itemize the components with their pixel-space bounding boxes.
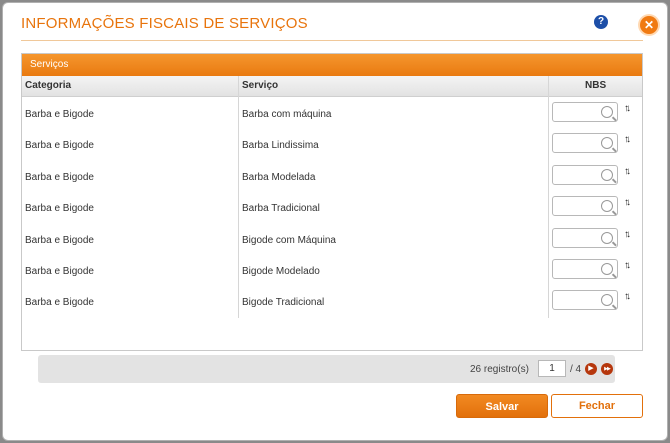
search-icon[interactable] [601, 263, 613, 275]
nbs-search-field[interactable] [552, 290, 618, 311]
row-category: Barba e Bigode [25, 297, 94, 309]
nbs-search-field[interactable] [552, 259, 618, 279]
search-icon[interactable] [601, 106, 613, 118]
close-icon[interactable]: ✕ [640, 16, 658, 34]
table-row[interactable]: Barba e Bigode Barba Lindissima ↑↓ [22, 130, 642, 161]
table-row[interactable]: Barba e Bigode Bigode com Máquina ↑↓ [22, 225, 642, 256]
save-button[interactable]: Salvar [456, 394, 548, 418]
row-category: Barba e Bigode [25, 266, 94, 277]
nbs-search-field[interactable] [552, 196, 618, 217]
pagination-bar: 26 registro(s) 1 / 4 ▶ ▶▶ [38, 355, 615, 383]
services-panel: Serviços Categoria Serviço NBS Barba e B… [21, 53, 643, 351]
row-service: Bigode com Máquina [242, 234, 336, 246]
last-page-icon[interactable]: ▶▶ [601, 363, 613, 375]
table-row[interactable]: Barba e Bigode Barba Tradicional ↑↓ [22, 193, 642, 224]
search-icon[interactable] [601, 168, 613, 181]
sort-arrows-icon[interactable]: ↑↓ [624, 197, 631, 208]
help-icon[interactable]: ? [594, 15, 608, 29]
sort-arrows-icon[interactable]: ↑↓ [624, 134, 631, 145]
search-icon[interactable] [601, 200, 613, 213]
column-header-category[interactable]: Categoria [25, 76, 71, 96]
fiscal-info-dialog: INFORMAÇÕES FISCAIS DE SERVIÇOS ? ✕ Serv… [2, 2, 668, 441]
panel-header: Serviços [22, 54, 642, 76]
row-category: Barba e Bigode [25, 234, 94, 246]
close-button[interactable]: Fechar [551, 394, 643, 418]
next-page-icon[interactable]: ▶ [585, 363, 597, 375]
nbs-search-field[interactable] [552, 227, 618, 248]
row-service: Barba Modelada [242, 171, 316, 183]
column-header-nbs[interactable]: NBS [585, 76, 606, 96]
table-row[interactable]: Barba e Bigode Bigode Modelado ↑↓ [22, 256, 642, 287]
sort-arrows-icon[interactable]: ↑↓ [624, 103, 631, 114]
page-total: / 4 [570, 364, 582, 375]
dialog-title: INFORMAÇÕES FISCAIS DE SERVIÇOS [21, 15, 308, 32]
table-row[interactable]: Barba e Bigode Barba Modelada ↑↓ [22, 162, 642, 193]
sort-arrows-icon[interactable]: ↑↓ [624, 291, 631, 302]
row-service: Bigode Tradicional [242, 297, 325, 309]
search-icon[interactable] [601, 137, 613, 150]
nbs-search-field[interactable] [552, 102, 618, 122]
sort-arrows-icon[interactable]: ↑↓ [624, 260, 631, 271]
grid-header: Categoria Serviço NBS [22, 76, 642, 97]
search-icon[interactable] [601, 231, 613, 244]
row-service: Barba Tradicional [242, 203, 320, 215]
page-number-input[interactable]: 1 [538, 360, 566, 377]
row-category: Barba e Bigode [25, 171, 94, 183]
row-category: Barba e Bigode [25, 203, 94, 215]
row-service: Barba Lindissima [242, 140, 319, 152]
title-divider [21, 40, 643, 41]
row-category: Barba e Bigode [25, 140, 94, 152]
column-header-service[interactable]: Serviço [242, 76, 278, 96]
sort-arrows-icon[interactable]: ↑↓ [624, 166, 631, 177]
search-icon[interactable] [601, 294, 613, 307]
row-service: Bigode Modelado [242, 266, 320, 277]
nbs-search-field[interactable] [552, 133, 618, 154]
table-row[interactable]: Barba e Bigode Barba com máquina ↑↓ [22, 99, 642, 130]
record-count: 26 registro(s) [470, 364, 529, 375]
nbs-search-field[interactable] [552, 164, 618, 185]
row-service: Barba com máquina [242, 109, 332, 120]
table-row[interactable]: Barba e Bigode Bigode Tradicional ↑↓ [22, 287, 642, 318]
sort-arrows-icon[interactable]: ↑↓ [624, 229, 631, 240]
row-category: Barba e Bigode [25, 109, 94, 120]
